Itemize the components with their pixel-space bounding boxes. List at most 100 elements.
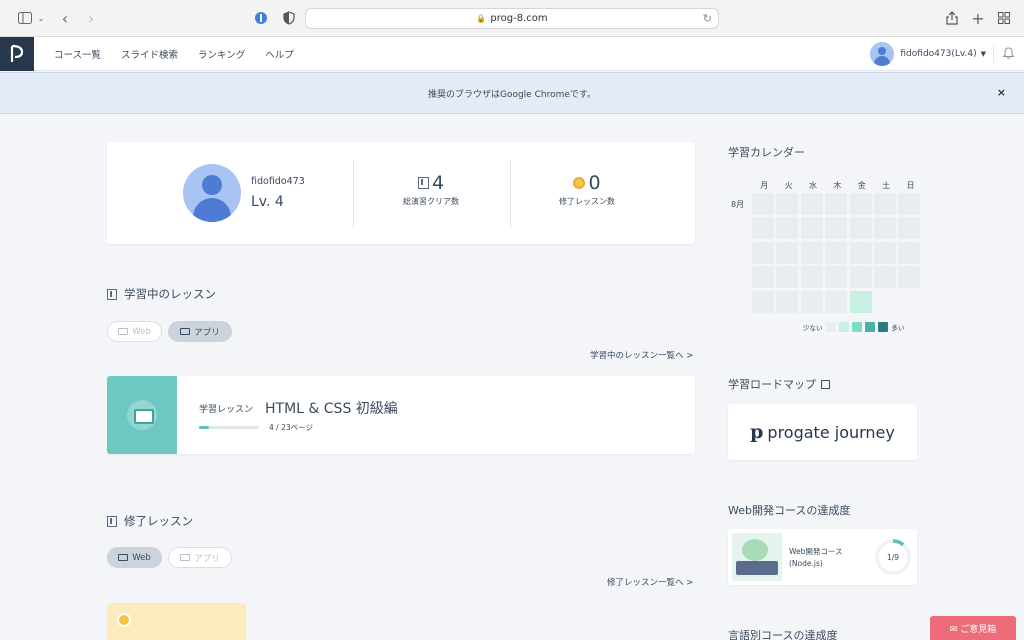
course-progress-text: 1/9: [886, 553, 900, 562]
lesson-card[interactable]: 学習レッスン HTML & CSS 初級編 4 / 23ページ: [107, 376, 695, 454]
calendar-day-cell: [898, 266, 921, 289]
completed-title-text: 修了レッスン: [124, 514, 193, 528]
calendar-day-cell: [873, 193, 896, 215]
tab-web[interactable]: Web: [107, 321, 162, 342]
user-name: fidofido473(Lv.4): [900, 49, 977, 59]
calendar-title: 学習カレンダー: [728, 146, 805, 159]
divider: [510, 160, 511, 228]
tablet-icon: [180, 328, 191, 335]
calendar-day-cell: [752, 266, 774, 289]
sidebar-toggle-icon[interactable]: [14, 9, 36, 27]
calendar-day-cell: [873, 241, 896, 264]
completed-lessons-label: 修了レッスン数: [559, 197, 615, 206]
new-tab-icon[interactable]: +: [970, 9, 986, 28]
nav-slide-search[interactable]: スライド検索: [111, 47, 188, 61]
calendar-day-cell: [800, 193, 823, 215]
calendar-day-cell: [776, 266, 799, 289]
weekday-label: 土: [882, 181, 891, 190]
tab-app[interactable]: アプリ: [168, 321, 232, 342]
calendar-day-cell: [825, 217, 848, 240]
calendar-day-cell: [825, 290, 848, 313]
password-manager-icon[interactable]: [253, 9, 269, 27]
legend-swatch: [851, 322, 862, 332]
tab-web-label: Web: [132, 552, 151, 563]
address-bar[interactable]: 🔒 prog-8.com ↻: [305, 8, 719, 29]
user-menu[interactable]: fidofido473(Lv.4) ▼: [870, 42, 986, 66]
legend-low-label: 少ない: [803, 324, 823, 332]
learning-section-title: 学習中のレッスン: [107, 286, 216, 302]
feedback-button[interactable]: ✉ ご意見箱: [930, 616, 1016, 640]
lesson-thumbnail: [107, 376, 177, 454]
roadmap-title[interactable]: 学習ロードマップ: [728, 376, 830, 392]
app-header: コース一覧 スライド検索 ランキング ヘルプ fidofido473(Lv.4)…: [0, 37, 1024, 71]
monitor-icon: [118, 554, 129, 561]
completed-lessons-stat: 0 修了レッスン数: [527, 172, 647, 207]
profile-username: fidofido473: [251, 176, 305, 187]
practice-clears-value: 4: [431, 172, 445, 194]
calendar-legend: 少ない 多い: [803, 322, 905, 332]
completed-lesson-thumbnail[interactable]: [107, 603, 246, 640]
profile-level: Lv. 4: [251, 194, 284, 210]
lesson-progress-text: 4 / 23ページ: [269, 423, 313, 432]
tab-app[interactable]: アプリ: [168, 547, 232, 568]
learning-more-link[interactable]: 学習中のレッスン一覧へ >: [590, 349, 693, 361]
calendar-day-cell: [776, 241, 799, 264]
calendar-day-cell: [752, 290, 774, 313]
calendar-grid: [752, 193, 921, 313]
course-illustration: [732, 533, 782, 581]
weekday-label: 金: [857, 181, 866, 190]
header-divider: [993, 45, 994, 63]
url-text: prog-8.com: [490, 13, 548, 24]
tab-app-label: アプリ: [194, 327, 220, 338]
calendar-day-cell: [800, 290, 823, 313]
medal-icon: [573, 177, 586, 189]
completed-lessons-value: 0: [588, 172, 601, 194]
web-page-icon: [127, 400, 157, 430]
close-icon[interactable]: ×: [997, 86, 1006, 99]
avatar: [183, 164, 241, 222]
calendar-day-cell: [800, 241, 823, 264]
calendar-day-cell: [776, 193, 799, 215]
chevron-down-icon[interactable]: ⌄: [36, 9, 46, 27]
roadmap-title-text: 学習ロードマップ: [728, 378, 816, 391]
roadmap-logo-text: progate journey: [767, 422, 895, 442]
course-name: Web開発コース (Node.js): [789, 547, 843, 568]
tab-overview-icon[interactable]: [996, 9, 1012, 27]
calendar-day-cell: [752, 241, 774, 264]
shield-icon[interactable]: [281, 9, 297, 27]
web-course-card[interactable]: Web開発コース (Node.js) 1/9: [728, 529, 917, 585]
share-icon[interactable]: [944, 9, 960, 27]
nav-ranking[interactable]: ランキング: [188, 47, 255, 61]
legend-swatch: [877, 322, 888, 332]
legend-swatch: [838, 322, 849, 332]
nav-courses[interactable]: コース一覧: [44, 47, 111, 61]
calendar-day-cell: [776, 290, 799, 313]
calendar-day-cell: [825, 193, 848, 215]
reload-icon[interactable]: ↻: [703, 12, 712, 25]
forward-icon[interactable]: ›: [84, 9, 98, 28]
browser-notice-banner: 推奨のブラウザはGoogle Chromeです。 ×: [0, 72, 1024, 114]
book-icon: [107, 515, 117, 527]
weekday-label: 火: [784, 181, 793, 190]
legend-swatch: [864, 322, 875, 332]
calendar-day-cell: [849, 241, 872, 264]
back-icon[interactable]: ‹: [58, 9, 72, 28]
external-link-icon: [821, 379, 830, 389]
legend-high-label: 多い: [891, 324, 905, 332]
tab-web[interactable]: Web: [107, 547, 162, 568]
calendar-day-cell: [752, 193, 774, 215]
bell-icon[interactable]: [1002, 47, 1015, 62]
calendar-day-cell: [849, 290, 872, 313]
monitor-icon: [118, 328, 129, 335]
lesson-title: HTML & CSS 初級編: [265, 401, 398, 417]
calendar-month: 8月: [731, 200, 745, 209]
weekday-label: 日: [906, 181, 915, 190]
lesson-kind: 学習レッスン: [199, 405, 254, 415]
roadmap-card[interactable]: p progate journey: [728, 404, 917, 460]
calendar-day-cell: [825, 266, 848, 289]
nav-help[interactable]: ヘルプ: [255, 47, 304, 61]
tab-web-label: Web: [132, 326, 151, 337]
completed-more-link[interactable]: 修了レッスン一覧へ >: [607, 576, 693, 588]
progate-logo[interactable]: [0, 37, 34, 71]
lesson-progress-bar: [199, 426, 259, 429]
